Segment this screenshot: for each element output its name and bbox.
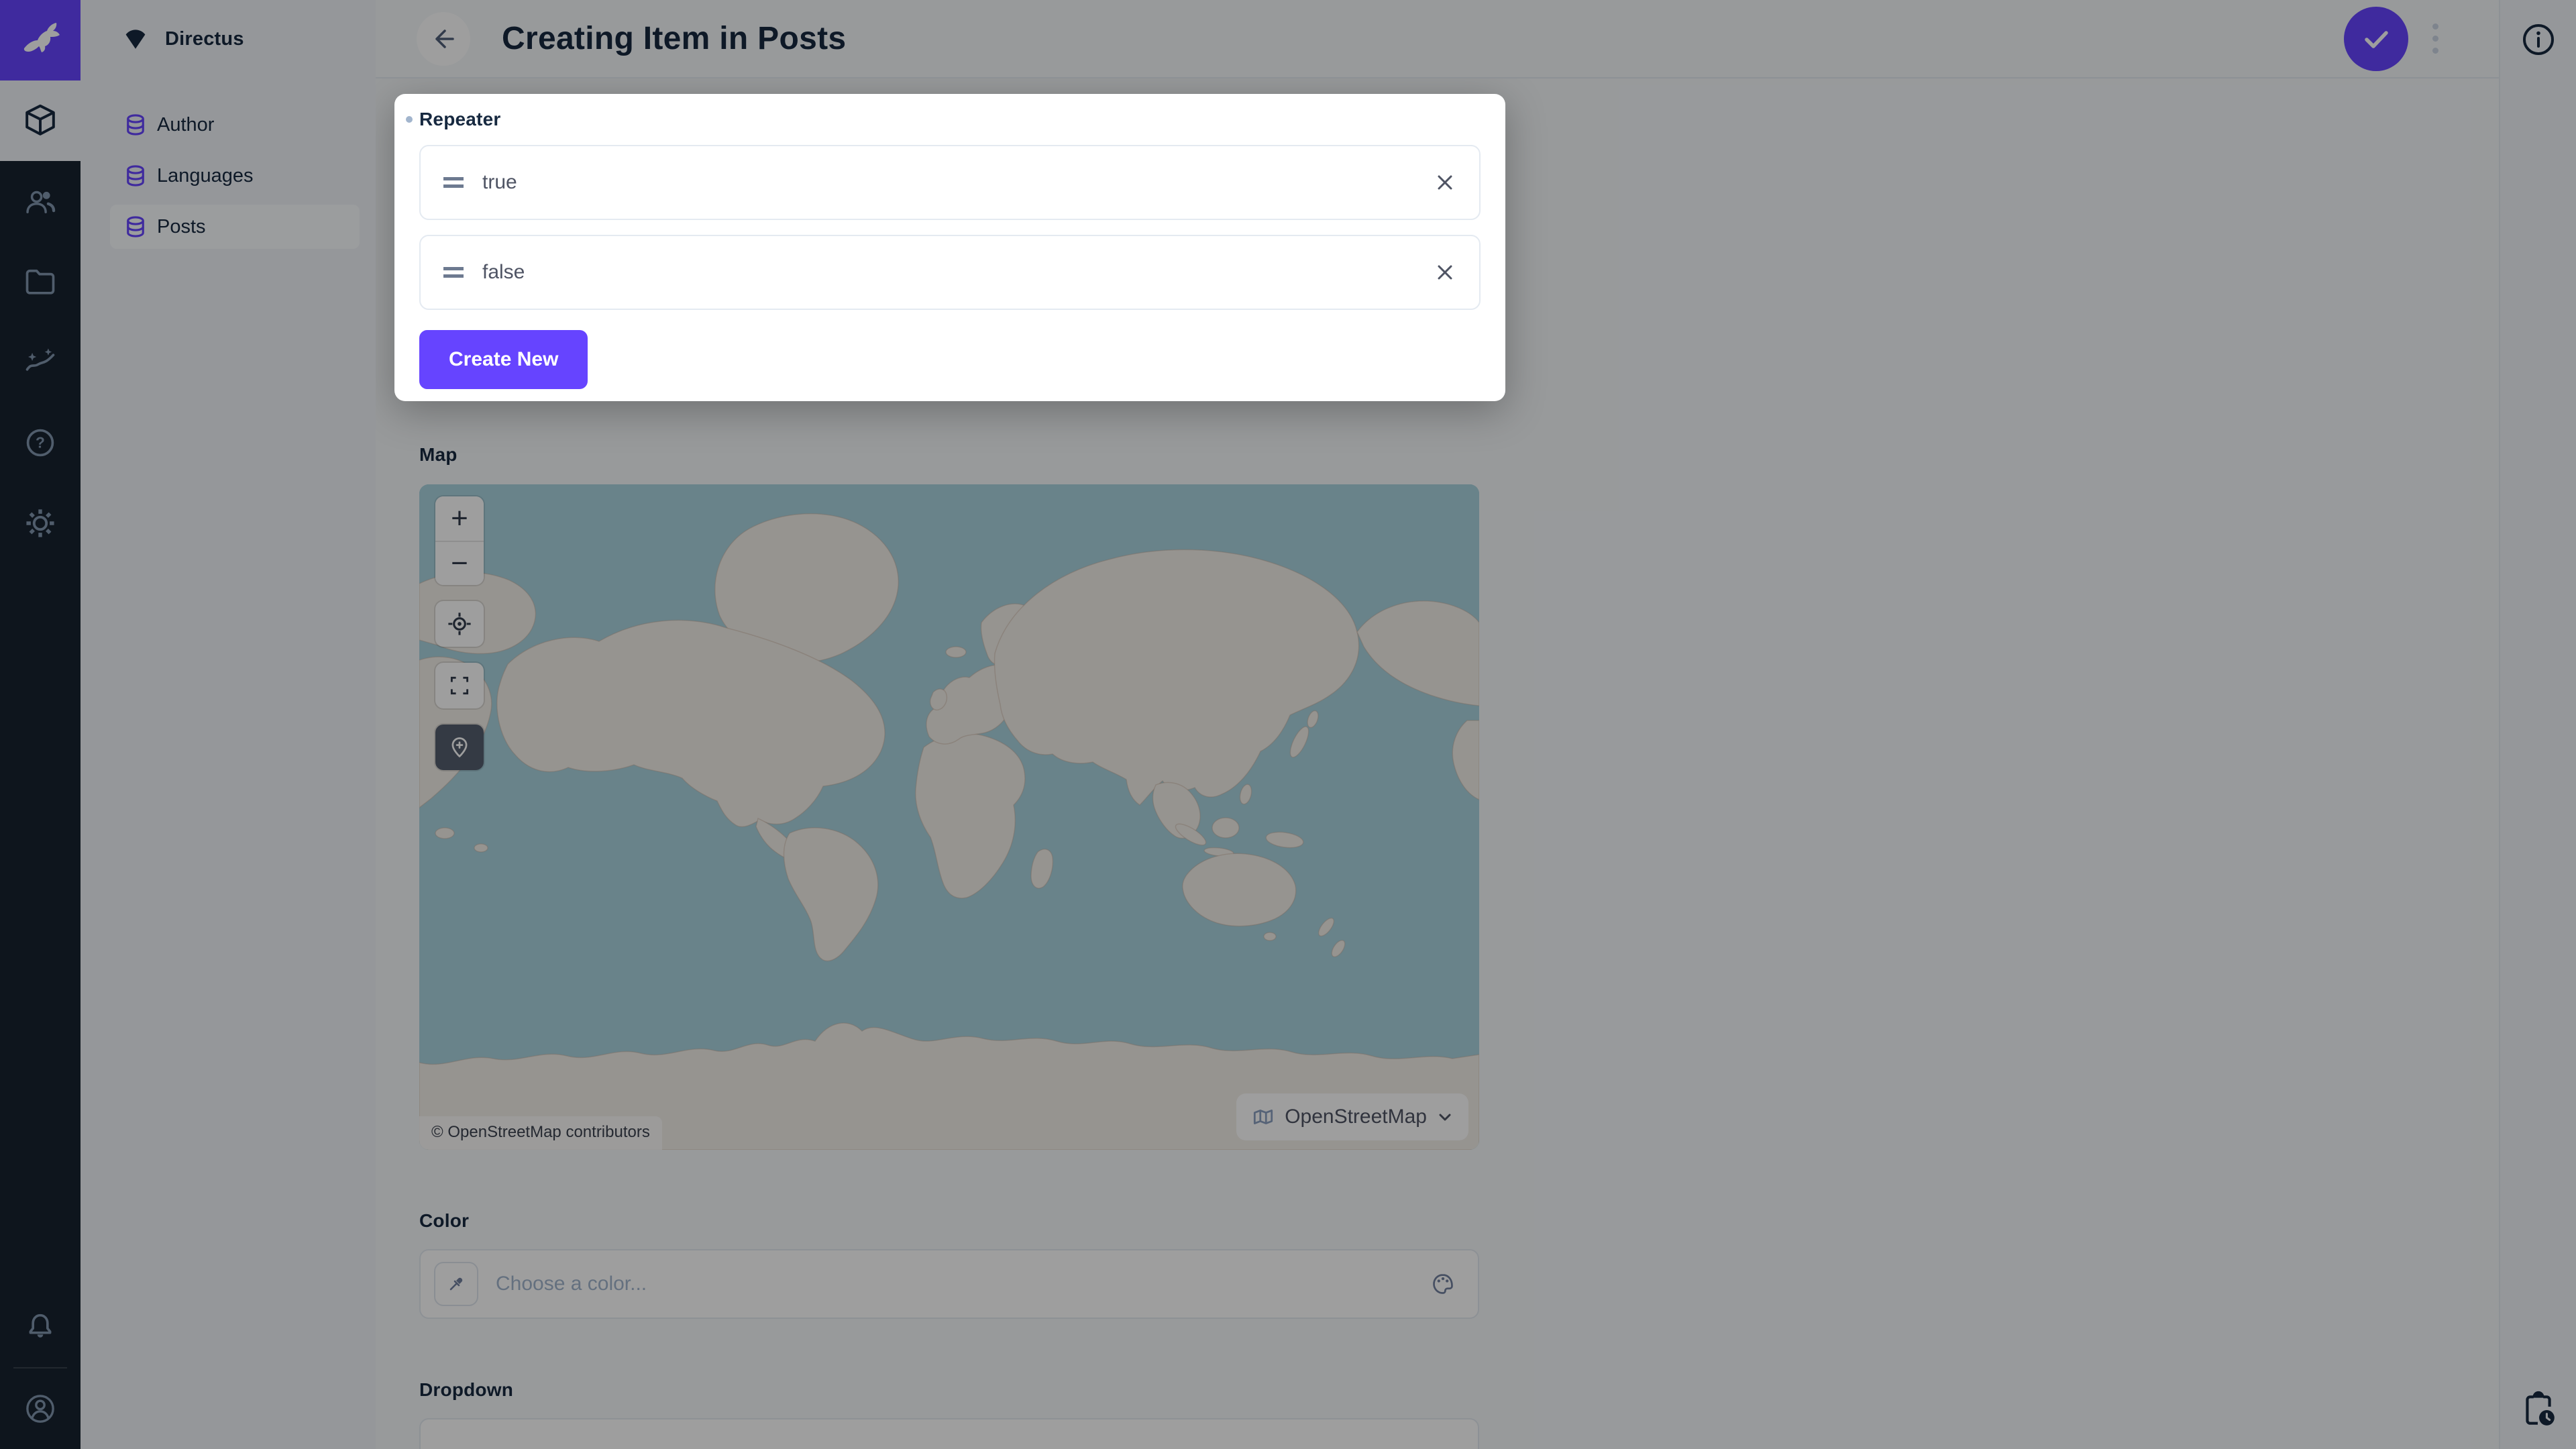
repeater-item-row[interactable]: false (419, 235, 1481, 310)
field-edited-dot (406, 116, 413, 123)
create-new-button[interactable]: Create New (419, 330, 588, 389)
close-x-icon (1434, 261, 1456, 284)
repeater-field-card: Repeater true false (394, 94, 1505, 401)
drag-handle-icon[interactable] (443, 177, 464, 188)
repeater-item-row[interactable]: true (419, 145, 1481, 220)
remove-item-button[interactable] (1434, 261, 1456, 284)
app-window: ? Directus (0, 0, 2576, 1449)
repeater-label-row: Repeater (406, 109, 1481, 130)
drag-handle-icon[interactable] (443, 267, 464, 278)
repeater-item-value: false (482, 261, 525, 284)
repeater-item-value: true (482, 171, 517, 194)
close-x-icon (1434, 171, 1456, 194)
repeater-field-label: Repeater (419, 109, 500, 130)
remove-item-button[interactable] (1434, 171, 1456, 194)
